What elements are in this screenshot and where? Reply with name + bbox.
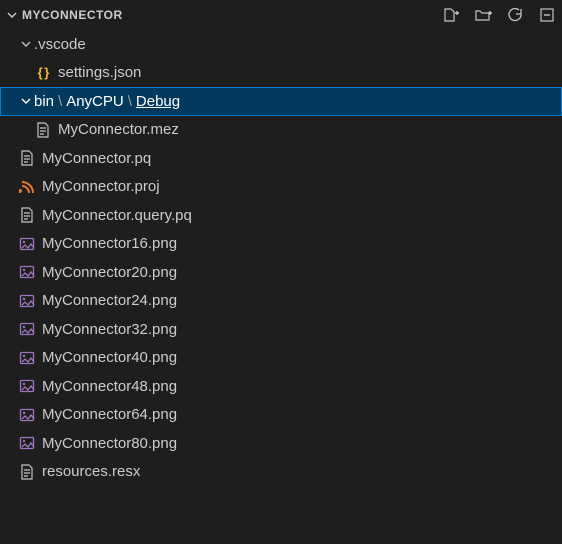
file-icon bbox=[34, 121, 52, 139]
file-tree: .vscode { } settings.json bin\AnyCPU\Deb… bbox=[0, 30, 562, 486]
path-seg-debug: Debug bbox=[136, 93, 180, 110]
file-label: MyConnector20.png bbox=[42, 264, 177, 281]
file-label: MyConnector40.png bbox=[42, 349, 177, 366]
image-icon bbox=[18, 349, 36, 367]
path-seg-bin: bin bbox=[34, 93, 54, 110]
new-file-icon[interactable] bbox=[442, 6, 460, 24]
file-label: MyConnector64.png bbox=[42, 406, 177, 423]
file-row[interactable]: resources.resx bbox=[0, 458, 562, 487]
proj-icon bbox=[18, 178, 36, 196]
image-icon bbox=[18, 292, 36, 310]
refresh-icon[interactable] bbox=[506, 6, 524, 24]
file-label: MyConnector48.png bbox=[42, 378, 177, 395]
image-icon bbox=[18, 434, 36, 452]
file-row[interactable]: MyConnector80.png bbox=[0, 429, 562, 458]
file-row[interactable]: MyConnector24.png bbox=[0, 287, 562, 316]
file-label: MyConnector.mez bbox=[58, 121, 179, 138]
file-row[interactable]: MyConnector.pq bbox=[0, 144, 562, 173]
file-label: MyConnector.proj bbox=[42, 178, 160, 195]
file-label: MyConnector80.png bbox=[42, 435, 177, 452]
image-icon bbox=[18, 320, 36, 338]
collapse-all-icon[interactable] bbox=[538, 6, 556, 24]
file-row[interactable]: MyConnector.query.pq bbox=[0, 201, 562, 230]
folder-label: bin\AnyCPU\Debug bbox=[34, 93, 180, 110]
file-row[interactable]: MyConnector32.png bbox=[0, 315, 562, 344]
file-row[interactable]: MyConnector20.png bbox=[0, 258, 562, 287]
chevron-down-icon[interactable] bbox=[4, 7, 20, 23]
folder-bin-anycpu-debug[interactable]: bin\AnyCPU\Debug bbox=[0, 87, 562, 116]
file-settings-json[interactable]: { } settings.json bbox=[0, 59, 562, 88]
json-icon: { } bbox=[34, 64, 52, 82]
chevron-down-icon bbox=[18, 93, 34, 109]
file-label: settings.json bbox=[58, 64, 141, 81]
file-label: MyConnector.pq bbox=[42, 150, 151, 167]
chevron-down-icon bbox=[18, 36, 34, 52]
new-folder-icon[interactable] bbox=[474, 6, 492, 24]
file-label: MyConnector.query.pq bbox=[42, 207, 192, 224]
file-row[interactable]: MyConnector.proj bbox=[0, 173, 562, 202]
explorer-actions bbox=[442, 6, 556, 24]
file-label: MyConnector32.png bbox=[42, 321, 177, 338]
file-icon bbox=[18, 206, 36, 224]
explorer-header[interactable]: MYCONNECTOR bbox=[0, 0, 562, 30]
file-label: resources.resx bbox=[42, 463, 140, 480]
folder-vscode[interactable]: .vscode bbox=[0, 30, 562, 59]
file-icon bbox=[18, 149, 36, 167]
file-label: MyConnector16.png bbox=[42, 235, 177, 252]
file-row[interactable]: MyConnector64.png bbox=[0, 401, 562, 430]
file-myconnector-mez[interactable]: MyConnector.mez bbox=[0, 116, 562, 145]
image-icon bbox=[18, 406, 36, 424]
image-icon bbox=[18, 235, 36, 253]
file-row[interactable]: MyConnector16.png bbox=[0, 230, 562, 259]
explorer-title: MYCONNECTOR bbox=[22, 8, 442, 22]
image-icon bbox=[18, 377, 36, 395]
folder-label: .vscode bbox=[34, 36, 86, 53]
file-row[interactable]: MyConnector40.png bbox=[0, 344, 562, 373]
image-icon bbox=[18, 263, 36, 281]
path-seg-anycpu: AnyCPU bbox=[66, 93, 124, 110]
file-icon bbox=[18, 463, 36, 481]
file-label: MyConnector24.png bbox=[42, 292, 177, 309]
file-row[interactable]: MyConnector48.png bbox=[0, 372, 562, 401]
